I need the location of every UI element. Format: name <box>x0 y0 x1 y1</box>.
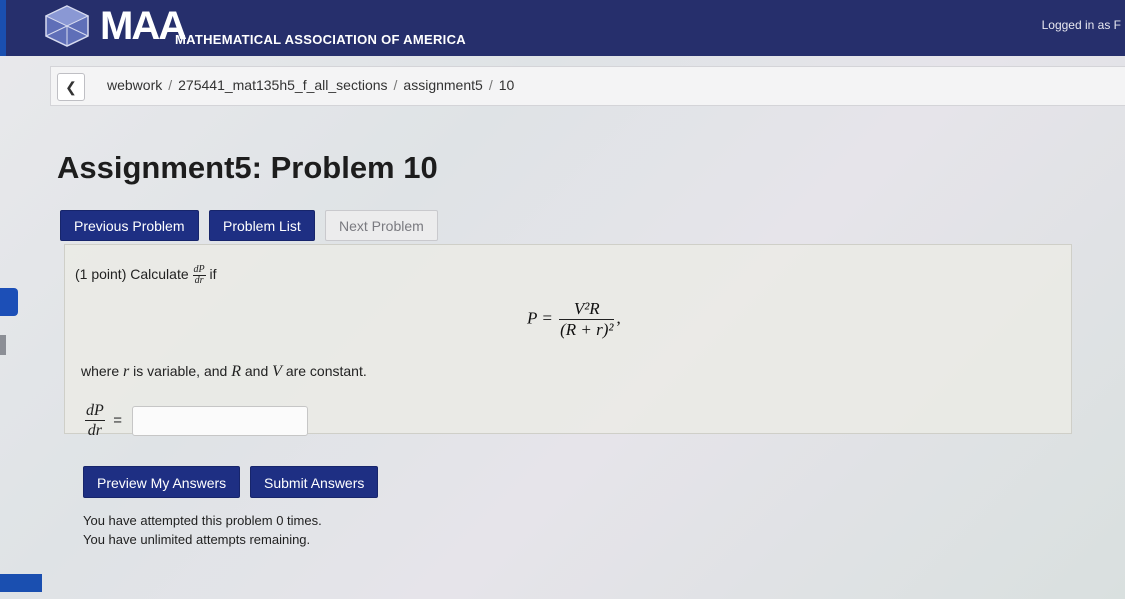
problem-list-button[interactable]: Problem List <box>209 210 315 241</box>
note-var-V: V <box>272 363 282 380</box>
breadcrumb-separator: / <box>393 77 398 93</box>
answer-equals: = <box>113 412 122 429</box>
preview-answers-button[interactable]: Preview My Answers <box>83 466 241 498</box>
bottom-accent <box>0 574 42 592</box>
problem-intro-prefix: (1 point) Calculate <box>75 266 189 283</box>
attempts-status: You have attempted this problem 0 times. <box>83 513 322 528</box>
logo-text: MATHEMATICAL ASSOCIATION OF AMERICA <box>175 32 466 47</box>
formula-numerator: V²R <box>559 299 615 320</box>
formula-denominator: (R + r)² <box>560 320 614 339</box>
chevron-left-icon: ❮ <box>65 79 77 95</box>
submit-answers-button[interactable]: Submit Answers <box>250 466 379 498</box>
previous-problem-button[interactable]: Previous Problem <box>60 210 199 241</box>
maa-logo-icon[interactable] <box>42 4 92 48</box>
intro-derivative-den: dr <box>194 275 204 286</box>
answer-row: dP dr = <box>85 401 309 440</box>
breadcrumb-assignment[interactable]: assignment5 <box>403 77 482 93</box>
back-button[interactable]: ❮ <box>57 73 85 101</box>
header-accent <box>0 0 6 56</box>
next-problem-button: Next Problem <box>325 210 438 241</box>
note-prefix: where <box>81 363 120 379</box>
formula-tail: , <box>616 308 621 328</box>
logo-mark[interactable]: MAA <box>100 4 187 49</box>
breadcrumb-current: 10 <box>498 77 515 93</box>
note-suffix: are constant. <box>285 363 367 379</box>
problem-intro-suffix: if <box>209 266 217 283</box>
answer-derivative-den: dr <box>87 422 102 439</box>
page-title: Assignment5: Problem 10 <box>57 150 438 185</box>
problem-note: where r is variable, and R and V are con… <box>81 363 367 381</box>
note-middle: is variable, and <box>133 363 228 379</box>
answer-derivative-num: dP <box>85 402 105 421</box>
sidebar-handle[interactable] <box>0 335 6 355</box>
note-var-r: r <box>123 363 130 380</box>
note-var-R: R <box>231 363 241 380</box>
sidebar-toggle[interactable] <box>0 288 18 316</box>
logged-in-label[interactable]: Logged in as F <box>1042 18 1121 32</box>
breadcrumb-links: webwork / 275441_mat135h5_f_all_sections / a… <box>107 77 514 93</box>
top-header: MAA MATHEMATICAL ASSOCIATION OF AMERICA … <box>0 0 1125 56</box>
formula-lhs: P = <box>527 308 553 328</box>
breadcrumb-separator: / <box>488 77 493 93</box>
breadcrumb-course[interactable]: 275441_mat135h5_f_all_sections <box>178 77 387 93</box>
breadcrumb: ❮ webwork / 275441_mat135h5_f_all_sections… <box>50 66 1125 106</box>
note-and: and <box>244 363 269 379</box>
intro-derivative: dP dr <box>192 265 206 286</box>
breadcrumb-webwork[interactable]: webwork <box>107 77 162 93</box>
answer-derivative: dP dr <box>85 401 105 440</box>
remaining-status: You have unlimited attempts remaining. <box>83 532 311 547</box>
breadcrumb-separator: / <box>168 77 173 93</box>
formula-fraction: V²R (R + r)² <box>559 299 615 340</box>
problem-body: (1 point) Calculate dP dr if P = V²R (R … <box>64 244 1072 439</box>
problem-intro: (1 point) Calculate dP dr if <box>75 265 217 286</box>
answer-input[interactable] <box>132 405 309 436</box>
problem-formula: P = V²R (R + r)² , <box>527 299 621 340</box>
